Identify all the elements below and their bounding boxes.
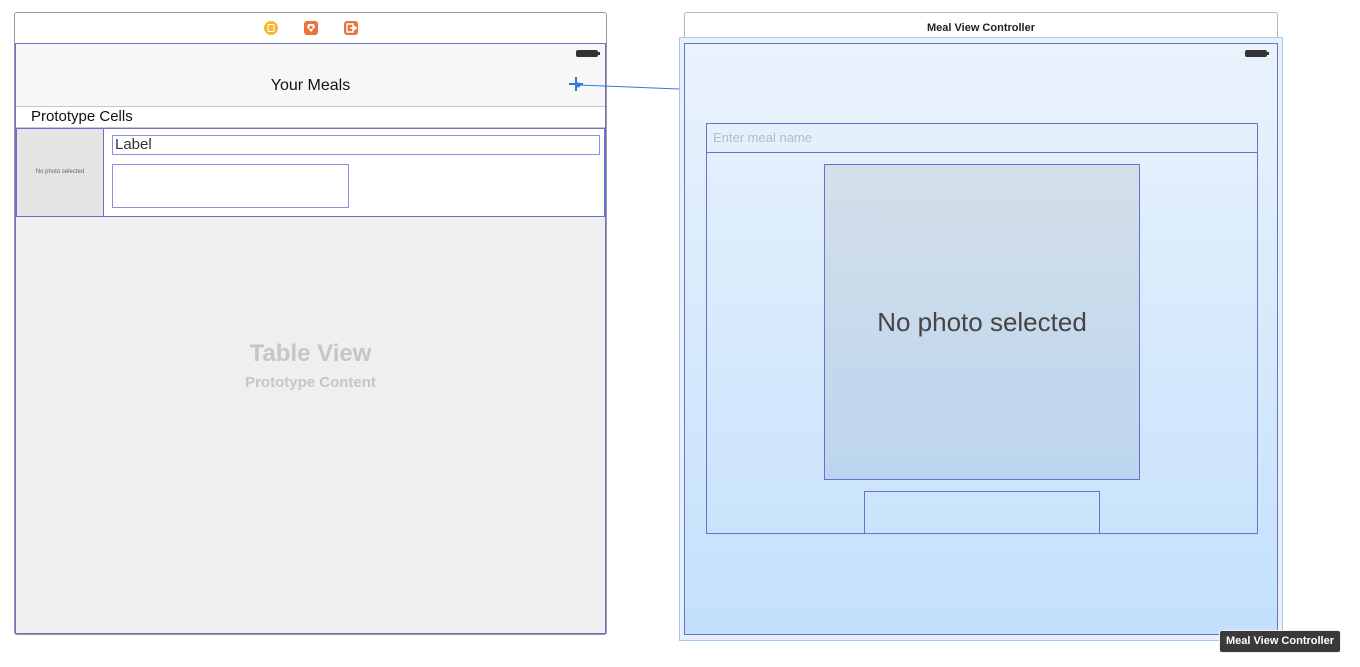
add-button[interactable]: [569, 77, 583, 91]
prototype-cells-header: Prototype Cells: [16, 107, 605, 128]
meal-table-view-cell[interactable]: No photo selected Label: [16, 128, 605, 217]
table-view-placeholder: Table View Prototype Content: [16, 340, 605, 391]
prototype-content-label: Prototype Content: [245, 374, 376, 391]
first-responder-icon[interactable]: [303, 20, 319, 36]
meal-view[interactable]: Enter meal name No photo selected: [684, 43, 1278, 635]
navigation-bar[interactable]: Your Meals: [16, 44, 605, 107]
cell-rating-control[interactable]: [112, 164, 349, 208]
cell-name-label[interactable]: Label: [112, 135, 600, 155]
nav-title: Your Meals: [270, 77, 351, 94]
battery-icon: [1245, 50, 1269, 57]
scene-dock: [15, 13, 606, 44]
rating-control[interactable]: [864, 491, 1100, 534]
scene-name-badge: Meal View Controller: [1219, 630, 1341, 653]
cell-photo-image[interactable]: No photo selected: [17, 129, 104, 216]
table-view[interactable]: Your Meals Prototype Cells No photo sele…: [15, 44, 606, 634]
table-view-title: Table View: [249, 340, 372, 367]
exit-icon[interactable]: [343, 20, 359, 36]
view-controller-icon[interactable]: [263, 20, 279, 36]
battery-icon: [576, 50, 600, 57]
meal-scene-title: Meal View Controller: [927, 22, 1035, 34]
table-view-controller-scene[interactable]: Your Meals Prototype Cells No photo sele…: [14, 12, 607, 635]
photo-image-view[interactable]: No photo selected: [824, 164, 1140, 480]
meal-name-field[interactable]: Enter meal name: [707, 124, 1257, 153]
photo-placeholder-text: No photo selected: [877, 306, 1087, 337]
stack-view[interactable]: Enter meal name No photo selected: [706, 123, 1258, 534]
